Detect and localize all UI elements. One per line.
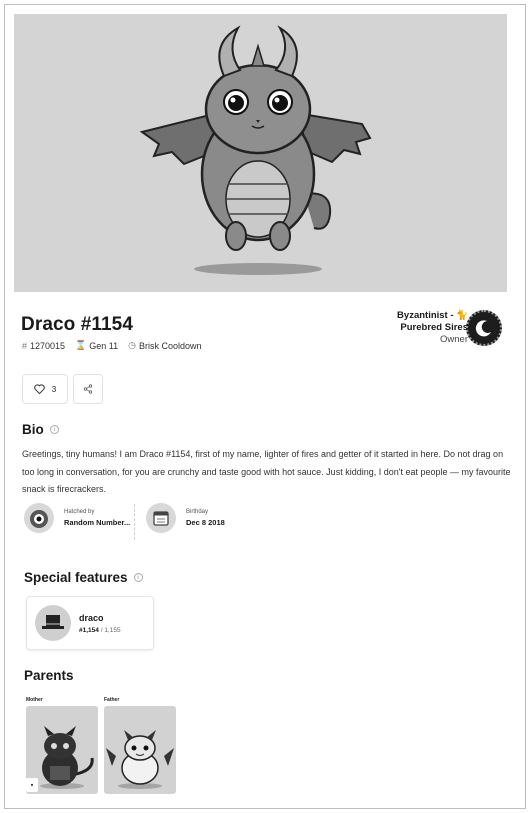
feature-total: / 1,155 [100, 627, 121, 634]
parents-heading-text: Parents [24, 668, 74, 683]
bio-text: Greetings, tiny humans! I am Draco #1154… [22, 449, 511, 494]
hatched-by[interactable]: Hatched by Random Number... [24, 503, 130, 533]
feature-rank: #1,154 [79, 627, 99, 634]
eye-icon [30, 510, 48, 528]
tag-icon: ▪ [26, 778, 38, 792]
info-icon[interactable]: i [49, 425, 59, 434]
hash-icon: # [22, 340, 28, 351]
father-card[interactable] [104, 706, 176, 794]
owner-info[interactable]: Byzantinist - 🐈 Purebred Sires Owner [397, 310, 468, 346]
owner-role: Owner [440, 334, 468, 345]
feature-card-draco[interactable]: draco #1,154 / 1,155 [26, 596, 154, 650]
parents-heading: Parents [24, 668, 74, 683]
share-icon [83, 384, 93, 394]
kitty-id-value: 1270015 [30, 340, 66, 351]
hatched-value: Random Number... [64, 518, 131, 527]
info-icon[interactable]: i [133, 573, 143, 582]
owner-avatar[interactable] [466, 310, 502, 346]
father-label: Father [104, 697, 120, 703]
birthday-avatar [146, 503, 176, 533]
kitty-generation[interactable]: ⌛ Gen 11 [75, 340, 118, 351]
share-button[interactable] [73, 374, 103, 404]
kitty-cooldown[interactable]: ◷ Brisk Cooldown [128, 340, 201, 351]
mother-label: Mother [26, 697, 43, 703]
top-hat-icon [42, 615, 64, 629]
like-button[interactable]: 3 [22, 374, 68, 404]
feature-avatar [35, 605, 71, 641]
owner-name-line1: Byzantinist - 🐈 [397, 310, 468, 321]
kitty-cooldown-value: Brisk Cooldown [139, 340, 202, 351]
birthday: Birthday Dec 8 2018 [146, 503, 225, 533]
bio-heading: Bio i [22, 422, 59, 437]
father-kitty-image [106, 730, 174, 789]
owner-name-line2: Purebred Sires [400, 322, 468, 333]
kitty-id[interactable]: # 1270015 [22, 341, 65, 351]
birthday-label: Birthday [186, 509, 209, 515]
like-count: 3 [51, 384, 57, 394]
kitty-meta: # 1270015 ⌛ Gen 11 ◷ Brisk Cooldown [22, 340, 202, 351]
kitty-hero-image [14, 14, 507, 292]
stat-divider [134, 504, 135, 540]
special-features-heading-text: Special features [24, 570, 128, 585]
draco-kitty-illustration [139, 25, 372, 275]
feature-count: #1,154 / 1,155 [79, 627, 121, 634]
hourglass-icon: ⌛ [75, 340, 87, 350]
moon-icon [475, 320, 491, 337]
hatched-label: Hatched by [64, 509, 95, 515]
birthday-value: Dec 8 2018 [186, 518, 225, 527]
clock-icon: ◷ [128, 340, 136, 350]
hatcher-avatar [24, 503, 54, 533]
feature-name: draco [79, 613, 104, 623]
kitty-name: Draco #1154 [21, 314, 134, 335]
kitty-generation-value: Gen 11 [89, 340, 119, 351]
calendar-icon [153, 511, 169, 526]
special-features-heading: Special features i [24, 570, 143, 585]
heart-icon [34, 384, 45, 394]
bio-heading-text: Bio [22, 422, 44, 437]
